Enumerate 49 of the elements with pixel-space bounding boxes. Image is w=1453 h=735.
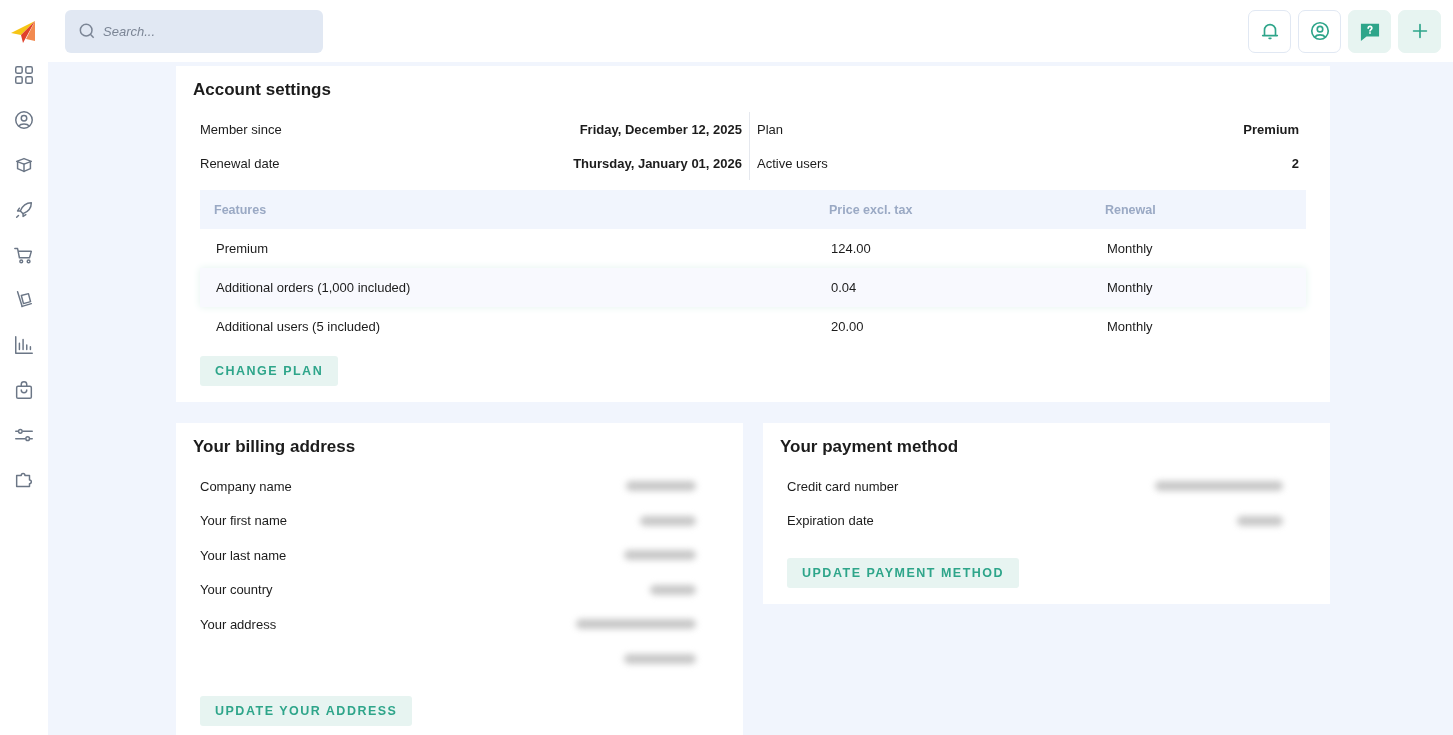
field-label: Your address xyxy=(200,616,277,632)
table-cell-text: Additional users (5 included) xyxy=(216,319,382,334)
blurred-value xyxy=(640,515,696,526)
column-header: Features xyxy=(214,202,268,217)
field-value: Thursday, January 01, 2026 xyxy=(573,155,742,171)
field-label: Your country xyxy=(200,582,273,598)
search-field[interactable]: Search... xyxy=(65,9,323,53)
table-row[interactable]: Additional orders (1,000 included) 0.04 Monthly xyxy=(200,268,1306,307)
field-value: 2 xyxy=(1291,155,1299,171)
table-cell-text: Monthly xyxy=(1107,319,1154,334)
field-label: Renewal date xyxy=(200,155,280,171)
chart-icon[interactable] xyxy=(13,333,35,357)
field-value: Friday, December 12, 2025 xyxy=(579,121,742,137)
table-cell-text: Premium xyxy=(216,241,269,256)
grid-icon[interactable] xyxy=(13,63,35,87)
user-icon[interactable] xyxy=(13,108,35,132)
card-title: Account settings xyxy=(193,80,332,100)
field-label: Credit card number xyxy=(787,478,899,494)
blurred-value xyxy=(626,481,696,492)
blurred-value xyxy=(1237,515,1283,526)
plus-button[interactable] xyxy=(1398,9,1441,53)
column-header: Renewal xyxy=(1105,202,1157,217)
bell-button[interactable] xyxy=(1248,9,1291,53)
field-label: Active users xyxy=(757,155,828,171)
blurred-value xyxy=(624,550,696,561)
blurred-value xyxy=(650,584,696,595)
blurred-value xyxy=(624,653,696,664)
column-header: Price excl. tax xyxy=(829,202,914,217)
field-label: Expiration date xyxy=(787,513,874,529)
field-value: Premium xyxy=(1243,121,1299,137)
field-label: Plan xyxy=(757,121,784,137)
help-button[interactable] xyxy=(1348,9,1391,53)
table-cell-text: 124.00 xyxy=(831,241,872,256)
table-cell-text: Additional orders (1,000 included) xyxy=(216,280,412,295)
bag-icon[interactable] xyxy=(13,378,35,402)
field-label: Your last name xyxy=(200,547,287,563)
field-label: Company name xyxy=(200,478,292,494)
table-cell-text: Monthly xyxy=(1107,280,1154,295)
user-button[interactable] xyxy=(1298,9,1341,53)
card-title: Your payment method xyxy=(780,437,960,457)
table-cell-text: 20.00 xyxy=(831,319,865,334)
table-row[interactable]: Additional users (5 included) 20.00 Monthly xyxy=(200,307,1306,346)
table-cell-text: 0.04 xyxy=(831,280,858,295)
table-row[interactable]: Premium 124.00 Monthly xyxy=(200,229,1306,268)
table-cell-text: Monthly xyxy=(1107,241,1154,256)
field-label: Your first name xyxy=(200,513,287,529)
user-icon xyxy=(1308,20,1331,42)
card-title: Your billing address xyxy=(193,437,357,457)
field-label: Member since xyxy=(200,121,282,137)
